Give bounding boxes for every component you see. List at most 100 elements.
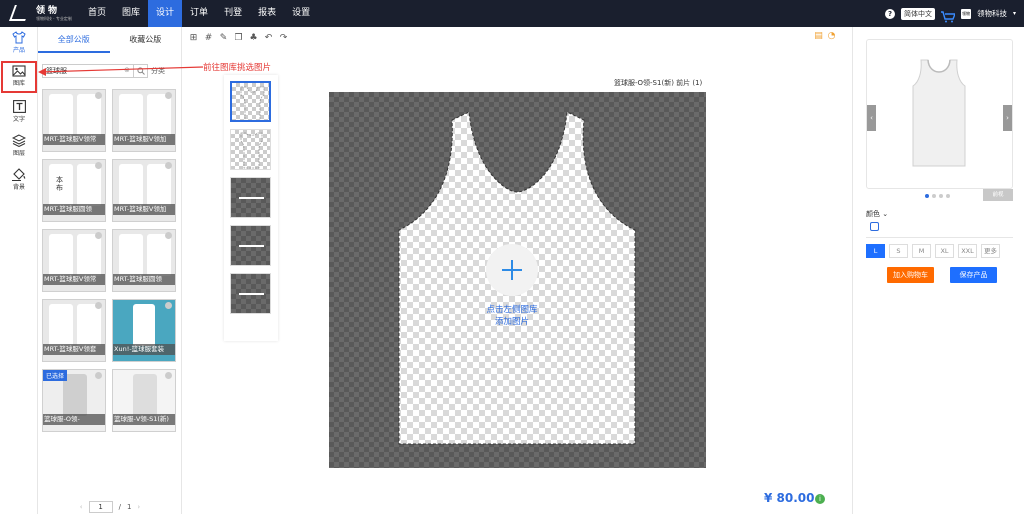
thumbnail-back[interactable]: [230, 129, 271, 170]
heart-icon[interactable]: [95, 92, 102, 99]
chevron-down-icon[interactable]: ▾: [1013, 10, 1016, 17]
heart-icon[interactable]: [165, 232, 172, 239]
selected-badge: 已选择: [43, 370, 68, 381]
thumbnail-front[interactable]: [230, 81, 271, 122]
template-caption: MRT-篮球服圆领: [43, 204, 105, 215]
template-caption: MRT-篮球服V领加: [113, 204, 175, 215]
heart-icon[interactable]: [165, 302, 172, 309]
brand-logo[interactable]: 领物 领物科技 · 专业定制: [0, 0, 78, 27]
thumbnail-part[interactable]: [230, 177, 271, 218]
preview-dot[interactable]: [932, 194, 936, 198]
sidebar-item-label: 图层: [12, 150, 25, 157]
template-card[interactable]: MRT-篮球服V领套: [42, 299, 106, 362]
sidebar-item-label: 背景: [12, 184, 25, 191]
language-button[interactable]: 简体中文: [900, 7, 935, 20]
cart-icon[interactable]: [940, 8, 957, 22]
sidebar-item-product[interactable]: 产品: [0, 31, 38, 54]
nav-item-design[interactable]: 设计: [148, 0, 183, 27]
template-card[interactable]: MRT-篮球服V领常: [42, 229, 106, 292]
preview-dots: 前视: [866, 189, 1013, 201]
preview-dot[interactable]: [939, 194, 943, 198]
redo-icon[interactable]: ↷: [279, 33, 288, 43]
add-image-button[interactable]: [486, 244, 538, 296]
nav-item-reports[interactable]: 报表: [250, 0, 284, 27]
tab-all-templates[interactable]: 全部公版: [38, 27, 110, 53]
sidebar-item-label: 文字: [12, 116, 25, 123]
annotation-arrow: [38, 66, 204, 76]
grid-icon[interactable]: ⊞: [189, 33, 198, 43]
size-option-xl[interactable]: XL: [935, 244, 954, 258]
tab-favorite-templates[interactable]: 收藏公版: [110, 27, 182, 53]
brand-mark: [9, 5, 31, 21]
color-swatch[interactable]: [870, 222, 879, 231]
nav-item-settings[interactable]: 设置: [284, 0, 318, 27]
template-card[interactable]: MRT-篮球服V领加: [112, 159, 176, 222]
sidebar-item-text[interactable]: 文字: [0, 100, 38, 123]
nav-item-orders[interactable]: 订单: [182, 0, 216, 27]
pencil-icon[interactable]: ✎: [219, 33, 228, 43]
color-label-text: 颜色: [866, 210, 880, 218]
heart-icon[interactable]: [165, 372, 172, 379]
crop-icon[interactable]: #: [204, 33, 213, 43]
org-name[interactable]: 领物科技: [977, 8, 1007, 19]
size-option-xxl[interactable]: XXL: [958, 244, 977, 258]
brand-name: 领物: [36, 6, 61, 16]
product-preview: ‹ ›: [866, 39, 1013, 189]
chevron-right-icon[interactable]: ›: [1003, 105, 1012, 131]
gallery-tabs: 全部公版 收藏公版: [38, 27, 181, 53]
template-card[interactable]: 本布 MRT-篮球服圆领: [42, 159, 106, 222]
template-card[interactable]: MRT-篮球服V领加: [112, 89, 176, 152]
size-option-l[interactable]: L: [866, 244, 885, 258]
thumbnail-part[interactable]: [230, 273, 271, 314]
image-icon: [12, 65, 26, 77]
info-icon[interactable]: i: [815, 494, 825, 504]
template-card[interactable]: MRT-篮球服圆领: [112, 229, 176, 292]
template-caption: MRT-篮球服V领常: [43, 274, 105, 285]
undo-icon[interactable]: ↶: [264, 33, 273, 43]
preview-dot[interactable]: [925, 194, 929, 198]
preview-view-tag[interactable]: 前视: [983, 189, 1013, 201]
sidebar-item-label: 产品: [12, 47, 25, 54]
template-card-selected[interactable]: 已选择 篮球服-O领-: [42, 369, 106, 432]
heart-icon[interactable]: [95, 232, 102, 239]
save-product-button[interactable]: 保存产品: [950, 267, 997, 283]
pagination: ‹ 1 / 1 ›: [38, 500, 182, 514]
sidebar-item-gallery[interactable]: 图库: [1, 61, 37, 93]
heart-icon[interactable]: [165, 162, 172, 169]
paint-bucket-icon: [12, 168, 26, 181]
prev-page-button[interactable]: ‹: [80, 503, 83, 511]
chevron-left-icon[interactable]: ‹: [867, 105, 876, 131]
next-page-button[interactable]: ›: [137, 503, 140, 511]
add-image-hint[interactable]: 点击左侧图库 添加图片: [470, 304, 554, 328]
stamp-icon[interactable]: ♣: [249, 33, 258, 43]
heart-icon[interactable]: [95, 372, 102, 379]
page-number-input[interactable]: 1: [88, 501, 113, 513]
heart-icon[interactable]: [95, 302, 102, 309]
template-card[interactable]: Xun!-篮球服套装: [112, 299, 176, 362]
template-caption: MRT-篮球服V领常: [43, 134, 105, 145]
brand-tagline: 领物科技 · 专业定制: [36, 16, 72, 21]
sidebar-item-layers[interactable]: 图层: [0, 134, 38, 157]
sidebar-item-background[interactable]: 背景: [0, 168, 38, 191]
help-icon[interactable]: ?: [884, 8, 895, 19]
preview-dot[interactable]: [946, 194, 950, 198]
card-overlay-text: 本布: [56, 176, 63, 192]
template-card[interactable]: MRT-篮球服V领常: [42, 89, 106, 152]
nav-item-gallery[interactable]: 图库: [114, 0, 148, 27]
thumbnail-part[interactable]: [230, 225, 271, 266]
template-card[interactable]: 篮球服-V领-S1(新): [112, 369, 176, 432]
nav-item-home[interactable]: 首页: [80, 0, 114, 27]
copy-icon[interactable]: ❐: [234, 33, 243, 43]
color-label[interactable]: 颜色 ⌄: [866, 209, 888, 219]
add-to-cart-button[interactable]: 加入购物车: [887, 267, 934, 283]
nav-item-listing[interactable]: 刊登: [216, 0, 250, 27]
heart-icon[interactable]: [165, 92, 172, 99]
history-icon[interactable]: ◔: [827, 32, 836, 41]
size-option-more[interactable]: 更多: [981, 244, 1000, 258]
document-icon[interactable]: ▤: [814, 32, 823, 41]
template-caption: Xun!-篮球服套装: [113, 344, 175, 355]
size-option-s[interactable]: S: [889, 244, 908, 258]
heart-icon[interactable]: [95, 162, 102, 169]
gallery-panel: 全部公版 收藏公版 篮球服 ⊗ 分类 MRT-篮球服V领常 MRT-篮球服V领加…: [38, 27, 182, 514]
size-option-m[interactable]: M: [912, 244, 931, 258]
